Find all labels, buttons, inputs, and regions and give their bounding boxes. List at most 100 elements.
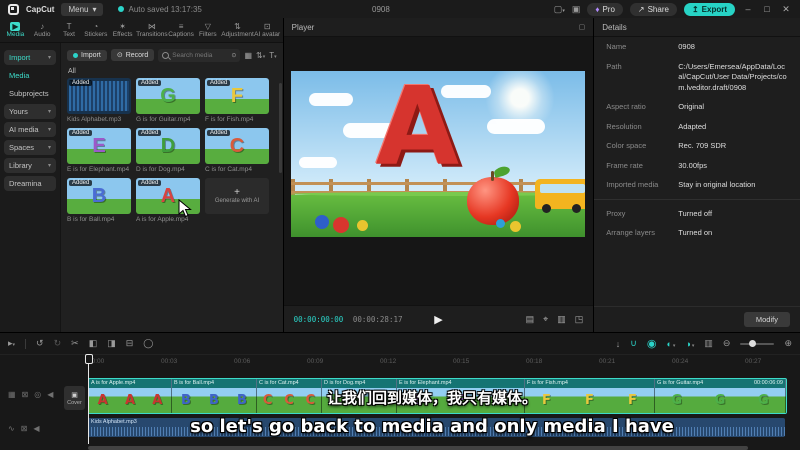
snap-toggle-icon[interactable]: ∪ xyxy=(630,338,637,349)
ratio-icon[interactable]: ▥ xyxy=(557,314,566,325)
trim-right-icon[interactable]: ◨ xyxy=(107,338,116,349)
zoom-in-icon[interactable]: ⊕ xyxy=(784,338,792,349)
sort-icon[interactable]: ⇅▾ xyxy=(256,51,265,60)
media-item[interactable]: Added G G is for Guitar.mp4 xyxy=(136,78,200,123)
automatch-toggle-icon[interactable]: ◑▾ xyxy=(685,339,694,349)
cloud-graphic xyxy=(487,119,546,134)
split-icon[interactable]: ✂ xyxy=(71,338,79,349)
undo-icon[interactable]: ↺ xyxy=(36,338,44,349)
redo-icon[interactable]: ↻ xyxy=(54,338,62,349)
modify-button[interactable]: Modify xyxy=(743,312,790,327)
search-box[interactable]: ⊙ xyxy=(158,48,241,62)
speaker-icon[interactable]: ◀ xyxy=(47,390,53,399)
media-thumbnail[interactable]: Added G xyxy=(136,78,200,114)
trim-left-icon[interactable]: ◧ xyxy=(89,338,98,349)
generate-ai-tile[interactable]: + Generate with AI xyxy=(205,178,269,223)
sidebar-item-label: Spaces xyxy=(9,143,35,152)
slider-knob[interactable] xyxy=(749,340,757,347)
speaker-icon[interactable]: ◀ xyxy=(33,424,39,433)
media-item[interactable]: Added D D is for Dog.mp4 xyxy=(136,128,200,173)
export-button[interactable]: ↥ Export xyxy=(683,2,735,16)
media-thumbnail[interactable]: Added E xyxy=(67,128,131,164)
link-toggle-icon[interactable]: ◉ xyxy=(647,337,657,350)
ribbon-tab[interactable]: ▶ Media xyxy=(2,21,29,39)
focus-icon[interactable]: ⌖ xyxy=(543,314,548,325)
timeline-horizontal-scrollbar[interactable] xyxy=(88,446,748,450)
cover-button[interactable]: ▣ Cover xyxy=(64,386,85,410)
track-grid-icon[interactable]: ▦ xyxy=(8,390,16,399)
media-item[interactable]: Added F F is for Fish.mp4 xyxy=(205,78,269,123)
player-options-icon[interactable]: ▢ xyxy=(579,23,586,31)
share-button[interactable]: ↗ Share xyxy=(629,2,677,16)
grid-view-icon[interactable]: ▦ xyxy=(244,51,252,60)
lock-icon[interactable]: ⊠ xyxy=(22,390,29,399)
zoom-out-icon[interactable]: ⊖ xyxy=(723,338,731,349)
media-thumbnail[interactable]: Added D xyxy=(136,128,200,164)
search-lens-icon[interactable]: ⊙ xyxy=(231,52,236,59)
details-value: Adapted xyxy=(678,121,707,131)
video-canvas[interactable]: A xyxy=(291,71,586,237)
ribbon-tab[interactable]: ⋈ Transitions xyxy=(136,22,168,39)
media-item[interactable]: Added B B is for Ball.mp4 xyxy=(67,178,131,223)
search-input[interactable] xyxy=(172,51,229,59)
sidebar-item[interactable]: Yours ▾ xyxy=(4,104,56,119)
fullscreen-icon[interactable]: ◳ xyxy=(575,314,584,325)
close-button[interactable]: ✕ xyxy=(780,4,792,15)
media-thumbnail[interactable]: Added B xyxy=(67,178,131,214)
import-button[interactable]: Import xyxy=(67,49,107,61)
sidebar-item[interactable]: Import ▾ xyxy=(4,50,56,65)
sidebar-item[interactable]: Subprojects ▾ xyxy=(4,86,56,101)
ribbon-tab[interactable]: ▽ Filters xyxy=(194,22,221,39)
clip-filename: B is for Ball.mp4 xyxy=(174,380,215,386)
mute-icon[interactable]: ◯ xyxy=(143,338,153,349)
timeline-zoom-slider[interactable] xyxy=(740,340,775,347)
timeline-clip[interactable]: A is for Apple.mp4 AAA xyxy=(89,379,172,413)
waveform-icon[interactable]: ∿ xyxy=(8,424,15,433)
ribbon-tab[interactable]: ⇅ Adjustment xyxy=(221,22,254,39)
media-thumbnail[interactable]: Added C xyxy=(205,128,269,164)
timeline-ruler[interactable]: 00:00 00:03 00:06 00:09 00:12 00:15 00:1… xyxy=(0,355,800,368)
ribbon-tab[interactable]: ✶ Effects xyxy=(109,22,136,39)
layout-toggle-icon[interactable]: ▢▾ xyxy=(554,4,565,15)
record-button[interactable]: ⊙ Record xyxy=(110,49,155,61)
pro-button[interactable]: ♦ Pro xyxy=(587,2,623,16)
media-item[interactable]: Added C C is for Cat.mp4 xyxy=(205,128,269,173)
ribbon-tab[interactable]: ≡ Captions xyxy=(168,22,195,39)
delete-icon[interactable]: ⊟ xyxy=(126,338,134,349)
select-tool-icon[interactable]: ▸▾ xyxy=(8,338,15,349)
quality-icon[interactable]: ▤ xyxy=(526,314,535,325)
sidebar-item[interactable]: Spaces ▾ xyxy=(4,140,56,155)
maximize-button[interactable]: □ xyxy=(761,4,773,14)
ribbon-tab[interactable]: ◔ Stickers xyxy=(82,22,109,39)
timeline-clip[interactable]: F is for Fish.mp4 FFF xyxy=(525,379,655,413)
sidebar-item[interactable]: AI media ▾ xyxy=(4,122,56,137)
media-scrollbar[interactable] xyxy=(278,83,282,173)
media-thumbnail[interactable]: Added F xyxy=(205,78,269,114)
keyframe-toggle-icon[interactable]: ◐▾ xyxy=(666,339,675,349)
sidebar-item[interactable]: Media ▾ xyxy=(4,68,56,83)
menu-button[interactable]: Menu ▾ xyxy=(61,2,104,16)
apple-graphic xyxy=(467,171,520,225)
timeline-clip[interactable]: G is for Guitar.mp4 00:00:06:09 GGG xyxy=(655,379,786,413)
record-label: Record xyxy=(125,51,149,59)
sidebar-item[interactable]: Library ▾ xyxy=(4,158,56,173)
minimize-button[interactable]: – xyxy=(742,4,754,14)
panel-layout-icon[interactable]: ▣ xyxy=(572,4,581,15)
play-button[interactable]: ▶ xyxy=(434,313,442,326)
voiceover-icon[interactable]: ↓ xyxy=(616,339,621,349)
type-filter-icon[interactable]: T▾ xyxy=(269,51,276,60)
timeline-clip[interactable]: B is for Ball.mp4 BBB xyxy=(172,379,257,413)
media-item[interactable]: Added Kids Alphabet.mp3 xyxy=(67,78,131,123)
sidebar-item[interactable]: Dreamina ▾ xyxy=(4,176,56,191)
media-thumbnail[interactable]: Added xyxy=(67,78,131,114)
playhead[interactable] xyxy=(84,354,93,444)
lock-icon[interactable]: ⊠ xyxy=(21,424,28,433)
ribbon-tab-icon: ≡ xyxy=(178,21,184,31)
timeline-clip[interactable]: C is for Cat.mp4 CCC xyxy=(257,379,322,413)
media-item[interactable]: Added E E is for Elephant.mp4 xyxy=(67,128,131,173)
ribbon-tab[interactable]: ♪ Audio xyxy=(29,22,56,39)
ribbon-tab[interactable]: ⊡ AI avatar xyxy=(254,22,281,39)
ribbon-tab[interactable]: T Text xyxy=(56,22,83,39)
preview-frames-icon[interactable]: ▥ xyxy=(704,338,713,349)
eye-icon[interactable]: ◎ xyxy=(34,390,41,399)
